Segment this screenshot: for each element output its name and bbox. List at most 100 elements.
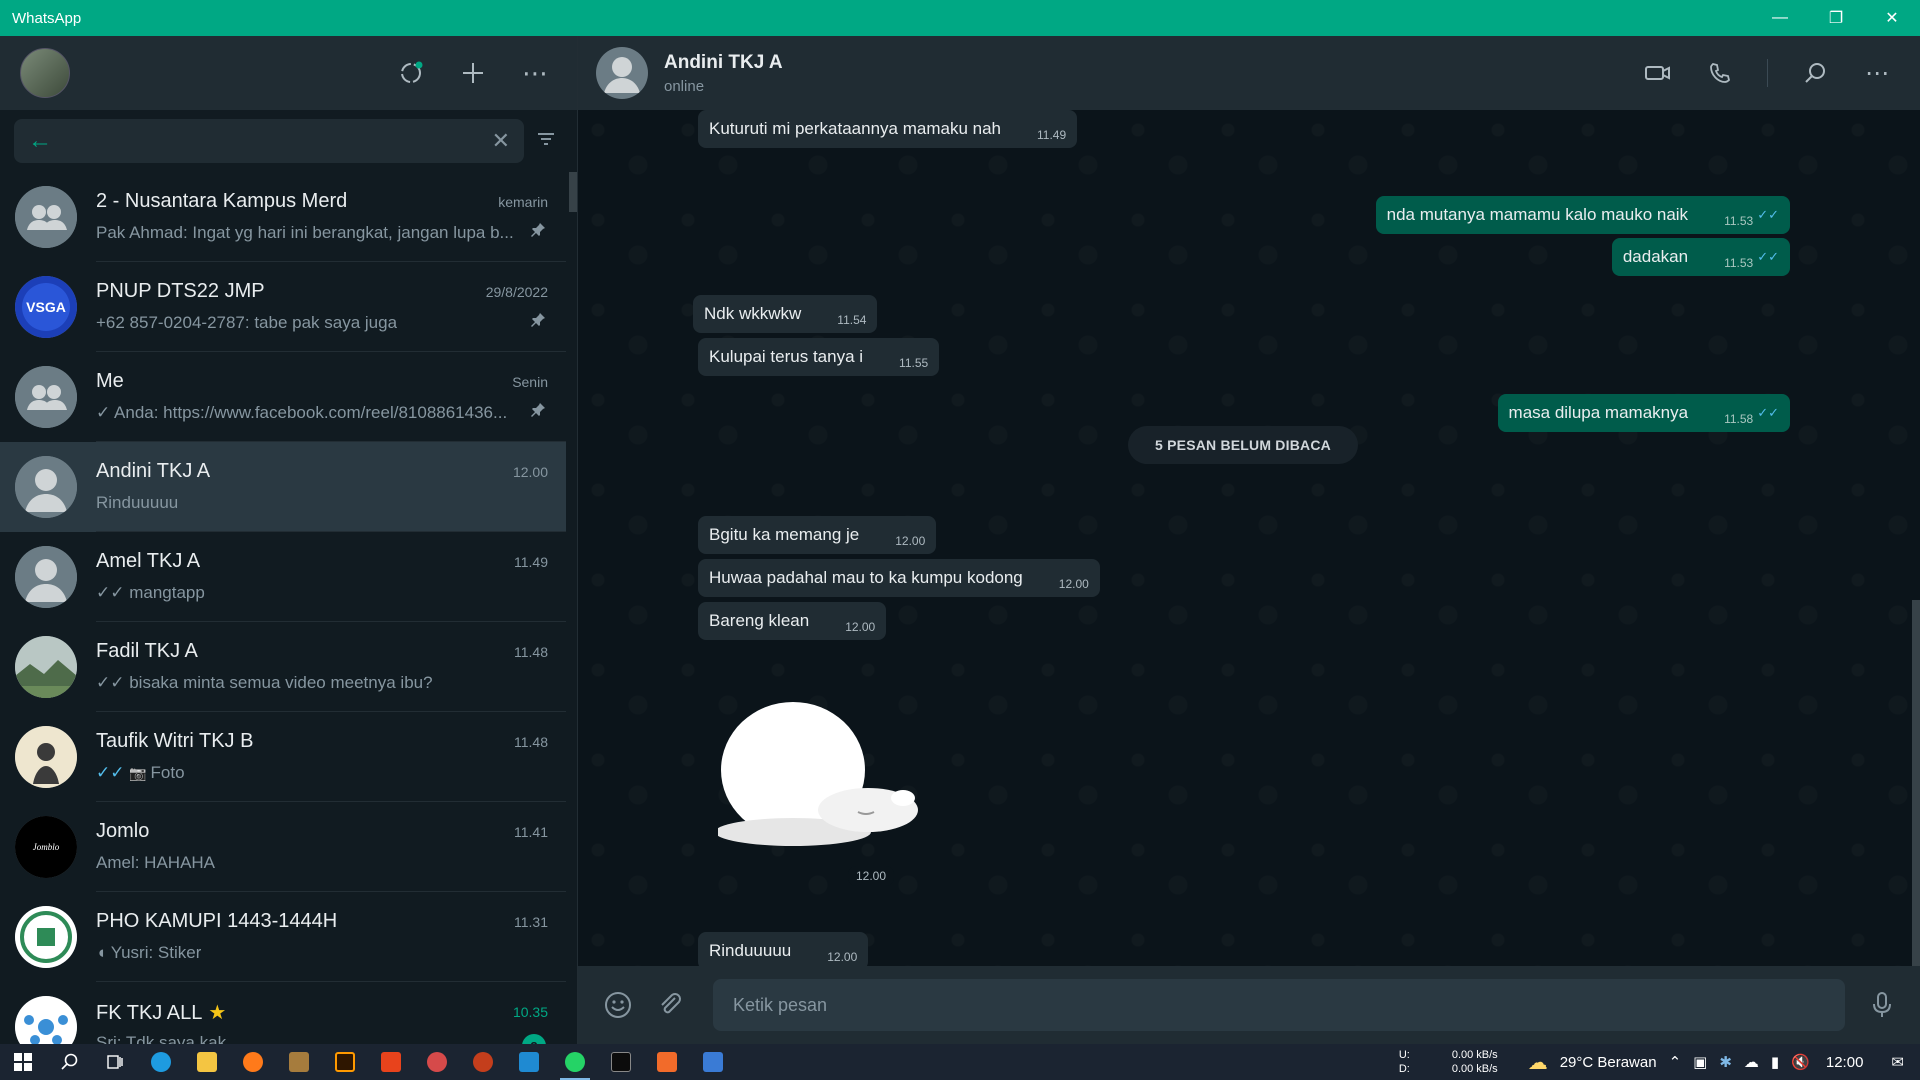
more-options-icon[interactable]: ⋯ xyxy=(1862,58,1892,88)
message-input-box[interactable] xyxy=(713,979,1845,1031)
terminal-icon[interactable] xyxy=(598,1044,644,1080)
illustrator-icon[interactable] xyxy=(322,1044,368,1080)
incoming-message[interactable]: Rinduuuuu 12.00 xyxy=(698,932,869,966)
network-icon[interactable]: ▣ xyxy=(1693,1053,1707,1071)
onedrive-icon[interactable]: ☁ xyxy=(1744,1053,1759,1071)
left-header-actions: ⋯ xyxy=(397,36,549,110)
chat-list-item[interactable]: Andini TKJ A 12.00 Rinduuuuu xyxy=(0,442,566,532)
chat-preview-text: mangtapp xyxy=(129,583,205,602)
edge-browser-icon[interactable] xyxy=(138,1044,184,1080)
vscode-icon[interactable] xyxy=(506,1044,552,1080)
close-icon[interactable]: ✕ xyxy=(1864,0,1920,36)
search-icon[interactable] xyxy=(1800,58,1830,88)
my-avatar[interactable] xyxy=(20,48,70,98)
whatsapp-taskbar-icon[interactable] xyxy=(552,1044,598,1080)
powerpoint-icon[interactable] xyxy=(460,1044,506,1080)
chat-list-item[interactable]: FK TKJ ALL★ 10.35 Sri: Tdk saya kak 2 xyxy=(0,982,566,1044)
chat-name-text: Jomlo xyxy=(96,820,150,842)
weather-text[interactable]: 29°C Berawan xyxy=(1560,1054,1657,1071)
search-row: ← ✕ xyxy=(0,110,577,172)
chat-preview: Sri: Tdk saya kak xyxy=(96,1033,226,1044)
outgoing-message[interactable]: nda mutanya mamamu kalo mauko naik 11.53 ✓… xyxy=(1375,196,1790,234)
chat-item-body: PHO KAMUPI 1443-1444H 11.31 ◖ Yusri: Stike… xyxy=(96,892,566,982)
incoming-message[interactable]: Kuturuti mi perkataannya mamaku nah 11.49 xyxy=(698,110,1078,148)
clock[interactable]: 12:00 xyxy=(1826,1054,1864,1071)
incoming-message[interactable]: Bareng klean 12.00 xyxy=(698,602,887,640)
message-time: 12.00 xyxy=(845,620,876,634)
microphone-icon[interactable] xyxy=(1865,988,1899,1022)
chat-list-item[interactable]: PHO KAMUPI 1443-1444H 11.31 ◖ Yusri: Stike… xyxy=(0,892,566,982)
contact-avatar[interactable] xyxy=(596,47,648,99)
incoming-message[interactable]: Kulupai terus tanya i 11.55 xyxy=(698,338,940,376)
chat-list-item[interactable]: Fadil TKJ A 11.48 ✓✓ bisaka minta semua vi… xyxy=(0,622,566,712)
message-area[interactable]: 5 PESAN BELUM DIBACA 12.00 Kuturuti mi p… xyxy=(578,110,1920,966)
app-icon-red[interactable] xyxy=(414,1044,460,1080)
restore-icon[interactable]: ❐ xyxy=(1808,0,1864,36)
chat-list-scrollbar[interactable] xyxy=(569,172,577,212)
outgoing-message[interactable]: masa dilupa mamaknya 11.58 ✓✓ xyxy=(1497,394,1790,432)
conversation-header[interactable]: Andini TKJ A online ⋯ xyxy=(578,36,1920,110)
incoming-message[interactable]: Huwaa padahal mau to ka kumpu kodong 12.0… xyxy=(698,559,1100,597)
notifications-icon[interactable]: ✉ xyxy=(1891,1053,1904,1071)
chat-item-body: Taufik Witri TKJ B 11.48 ✓✓ 📷 Foto xyxy=(96,712,566,802)
battery-icon[interactable]: ▮ xyxy=(1771,1053,1779,1071)
read-receipt-icon: ✓ xyxy=(96,403,115,422)
chat-list-item[interactable]: Jomblo Jomlo 11.41 Amel: HAHAHA xyxy=(0,802,566,892)
back-arrow-icon[interactable]: ← xyxy=(28,127,56,155)
chat-time: 29/8/2022 xyxy=(485,284,548,300)
task-view-icon[interactable] xyxy=(92,1044,138,1080)
new-chat-icon[interactable] xyxy=(459,59,487,87)
firefox-icon[interactable] xyxy=(230,1044,276,1080)
chat-list-item[interactable]: Me Senin ✓ Anda: https://www.facebook.com/… xyxy=(0,352,566,442)
chat-list-item[interactable]: 2 - Nusantara Kampus Merd kemarin Pak Ahma… xyxy=(0,172,566,262)
app-icon-blue[interactable] xyxy=(690,1044,736,1080)
chat-list-item[interactable]: VSGA PNUP DTS22 JMP 29/8/2022 +62 857-0204-… xyxy=(0,262,566,352)
clear-search-icon[interactable]: ✕ xyxy=(492,128,510,154)
chat-name: Andini TKJ A xyxy=(96,460,210,483)
message-time: 11.49 xyxy=(1037,128,1067,142)
chat-name-text: FK TKJ ALL xyxy=(96,1002,203,1024)
volume-icon[interactable]: 🔇 xyxy=(1791,1053,1810,1071)
attach-icon[interactable] xyxy=(653,988,687,1022)
chat-name: Fadil TKJ A xyxy=(96,640,198,663)
office-icon[interactable] xyxy=(368,1044,414,1080)
chat-list-item[interactable]: Amel TKJ A 11.49 ✓✓ mangtapp xyxy=(0,532,566,622)
incoming-message[interactable]: Bgitu ka memang je 12.00 xyxy=(698,516,937,554)
windows-start-icon[interactable] xyxy=(0,1044,46,1080)
minimize-icon[interactable]: — xyxy=(1752,0,1808,36)
sleeping-blob-sticker[interactable] xyxy=(715,700,948,850)
message-text: Rinduuuuu xyxy=(709,941,792,960)
menu-icon[interactable]: ⋯ xyxy=(521,58,549,88)
outgoing-message[interactable]: dadakan 11.53 ✓✓ xyxy=(1611,238,1790,276)
chat-item-body: Jomlo 11.41 Amel: HAHAHA xyxy=(96,802,566,892)
app-icon-orange[interactable] xyxy=(644,1044,690,1080)
emoji-icon[interactable] xyxy=(601,988,635,1022)
incoming-message[interactable]: Ndk wkkwkw 11.54 xyxy=(693,295,878,333)
message-input[interactable] xyxy=(733,994,1845,1016)
contact-info[interactable]: Andini TKJ A online xyxy=(664,52,783,95)
search-input[interactable] xyxy=(74,131,492,151)
net-up-value: 0.00 kB/s xyxy=(1451,1049,1498,1061)
message-time: 11.55 xyxy=(899,356,929,370)
chat-name: Jomlo xyxy=(96,820,149,843)
chat-name-text: PNUP DTS22 JMP xyxy=(96,280,265,302)
tray-chevron-icon[interactable]: ⌃ xyxy=(1669,1053,1682,1071)
file-explorer-icon[interactable] xyxy=(184,1044,230,1080)
weather-icon[interactable]: ☁ xyxy=(1528,1050,1548,1075)
taskbar-search-icon[interactable] xyxy=(46,1044,92,1080)
chat-time: 10.35 xyxy=(512,1004,548,1020)
chat-time: 11.48 xyxy=(514,644,548,660)
message-scrollbar[interactable] xyxy=(1912,600,1920,966)
chat-list-item[interactable]: Taufik Witri TKJ B 11.48 ✓✓ 📷 Foto xyxy=(0,712,566,802)
filter-icon[interactable] xyxy=(535,128,559,152)
voice-call-icon[interactable] xyxy=(1705,58,1735,88)
status-icon[interactable] xyxy=(397,59,425,87)
chat-preview-text: +62 857-0204-2787: tabe pak saya juga xyxy=(96,313,398,332)
video-call-icon[interactable] xyxy=(1643,58,1673,88)
chat-preview: ✓✓ mangtapp xyxy=(96,583,205,603)
bluetooth-icon[interactable]: ✱ xyxy=(1719,1053,1732,1071)
composer xyxy=(578,966,1920,1044)
pin-icon xyxy=(530,312,546,333)
archive-app-icon[interactable] xyxy=(276,1044,322,1080)
contact-name: Andini TKJ A xyxy=(664,51,783,73)
